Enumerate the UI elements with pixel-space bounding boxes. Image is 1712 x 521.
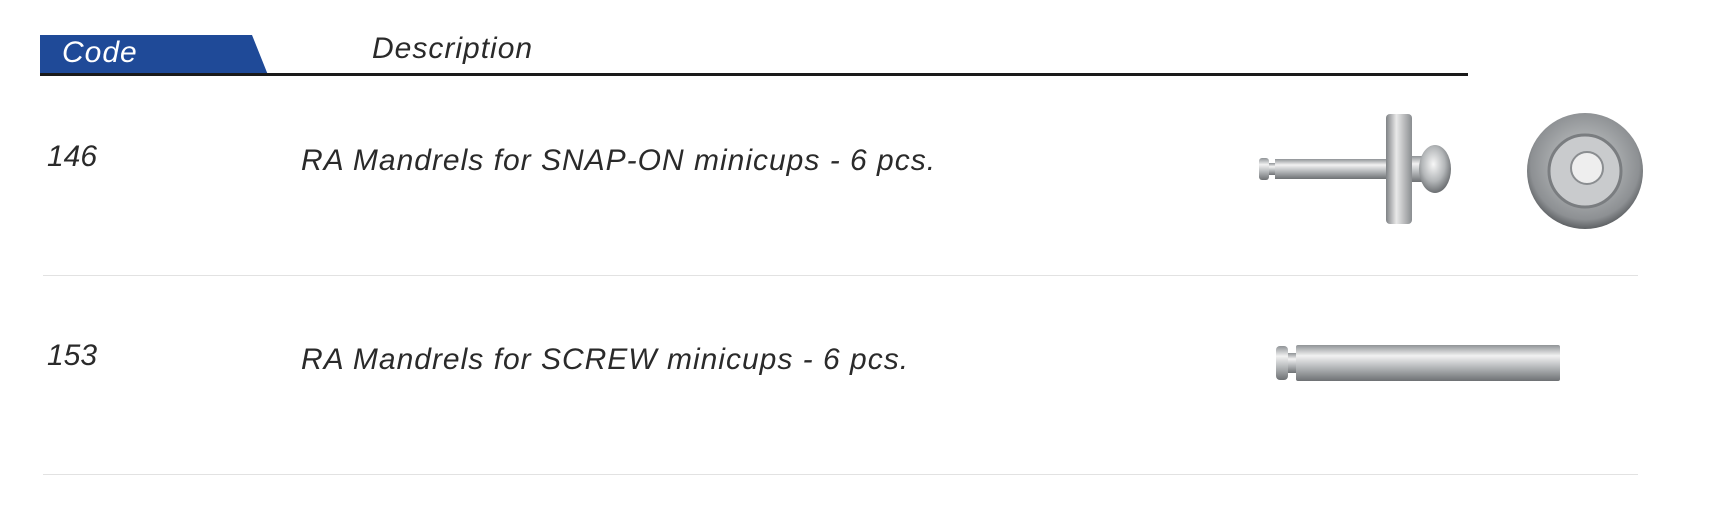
row-code: 146: [47, 140, 98, 173]
snap-on-mandrel-image: [1259, 113, 1643, 229]
screw-mandrel-image: [1276, 345, 1560, 381]
header-code-label: Code: [62, 36, 138, 69]
row-separator: [43, 275, 1638, 276]
row-description: RA Mandrels for SCREW minicups - 6 pcs.: [301, 343, 910, 376]
row-description: RA Mandrels for SNAP-ON minicups - 6 pcs…: [301, 144, 937, 177]
row-code: 153: [47, 339, 98, 372]
header-divider: [40, 73, 1468, 76]
row-separator: [43, 474, 1638, 475]
header-description-label: Description: [372, 32, 534, 65]
